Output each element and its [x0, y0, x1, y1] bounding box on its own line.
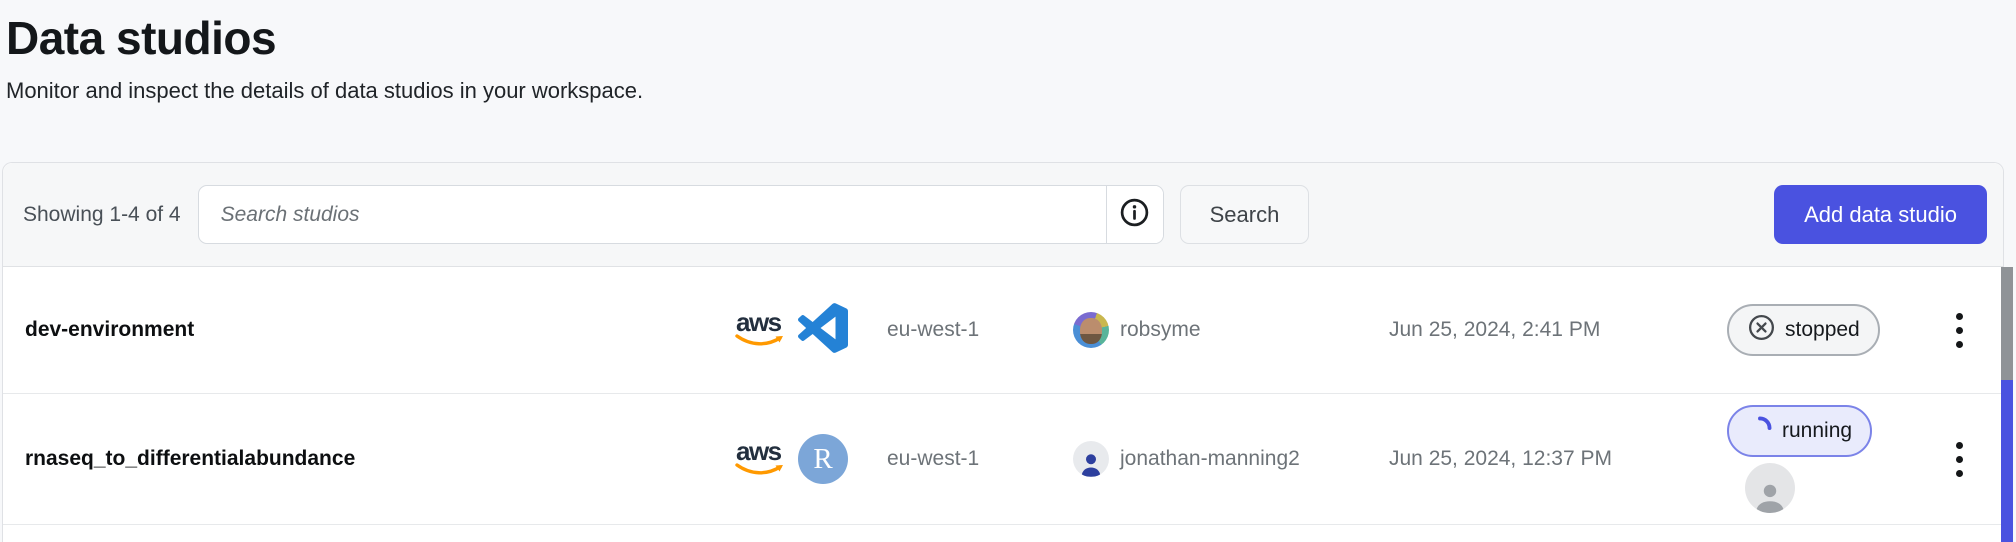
x-circle-icon	[1747, 313, 1776, 348]
table-row-rnaseq[interactable]: rnaseq_to_differentialabundance aws R eu…	[3, 394, 2003, 525]
page-title: Data studios	[6, 12, 2016, 65]
table-row-dev-environment[interactable]: dev-environment aws eu-west-1 robsyme Ju…	[3, 267, 2003, 394]
created-date: Jun 25, 2024, 12:37 PM	[1389, 447, 1727, 471]
results-count: Showing 1-4 of 4	[23, 203, 181, 227]
vscode-icon	[798, 303, 848, 358]
svg-text:aws: aws	[736, 307, 782, 337]
studios-toolbar: Showing 1-4 of 4 Search Add data studio	[3, 163, 2003, 267]
scrollbar-thumb[interactable]	[2001, 267, 2013, 380]
svg-text:aws: aws	[736, 436, 782, 466]
user-cell: robsyme	[1073, 312, 1389, 348]
page-subtitle: Monitor and inspect the details of data …	[6, 78, 2016, 104]
region-label: eu-west-1	[887, 447, 1073, 471]
user-name: jonathan-manning2	[1120, 447, 1300, 471]
region-label: eu-west-1	[887, 318, 1073, 342]
user-cell: jonathan-manning2	[1073, 441, 1389, 477]
page-header: Data studios Monitor and inspect the det…	[0, 0, 2016, 104]
compute-env-icons: aws	[731, 303, 887, 358]
info-circle-icon	[1119, 197, 1150, 233]
scrollbar-track	[2001, 267, 2013, 542]
compute-env-icons: aws R	[731, 434, 887, 485]
status-label: stopped	[1785, 318, 1860, 342]
row-actions-kebab-icon[interactable]	[1952, 438, 1967, 481]
aws-icon: aws	[731, 434, 789, 485]
status-badge-running: running	[1727, 405, 1872, 457]
add-data-studio-button[interactable]: Add data studio	[1774, 185, 1987, 244]
studios-card: Showing 1-4 of 4 Search Add data studio …	[2, 162, 2004, 542]
spinner-icon	[1747, 415, 1773, 447]
table-row-partial	[3, 525, 2003, 542]
rstudio-icon: R	[798, 434, 848, 484]
status-cell: running	[1727, 405, 1937, 513]
user-avatar	[1073, 441, 1109, 477]
participant-avatar	[1745, 463, 1795, 513]
studio-name-link[interactable]: dev-environment	[25, 318, 731, 342]
studio-name-link[interactable]: rnaseq_to_differentialabundance	[25, 447, 731, 471]
search-info-addon[interactable]	[1106, 186, 1163, 243]
status-label: running	[1782, 419, 1852, 443]
search-group	[198, 185, 1164, 244]
search-input[interactable]	[199, 186, 1106, 243]
user-name: robsyme	[1120, 318, 1201, 342]
status-cell: stopped	[1727, 304, 1937, 356]
created-date: Jun 25, 2024, 2:41 PM	[1389, 318, 1727, 342]
search-button[interactable]: Search	[1180, 185, 1310, 244]
aws-icon: aws	[731, 305, 789, 356]
scrollbar-accent-segment	[2001, 380, 2013, 542]
row-actions-kebab-icon[interactable]	[1952, 309, 1967, 352]
user-avatar	[1073, 312, 1109, 348]
status-badge-stopped: stopped	[1727, 304, 1880, 356]
